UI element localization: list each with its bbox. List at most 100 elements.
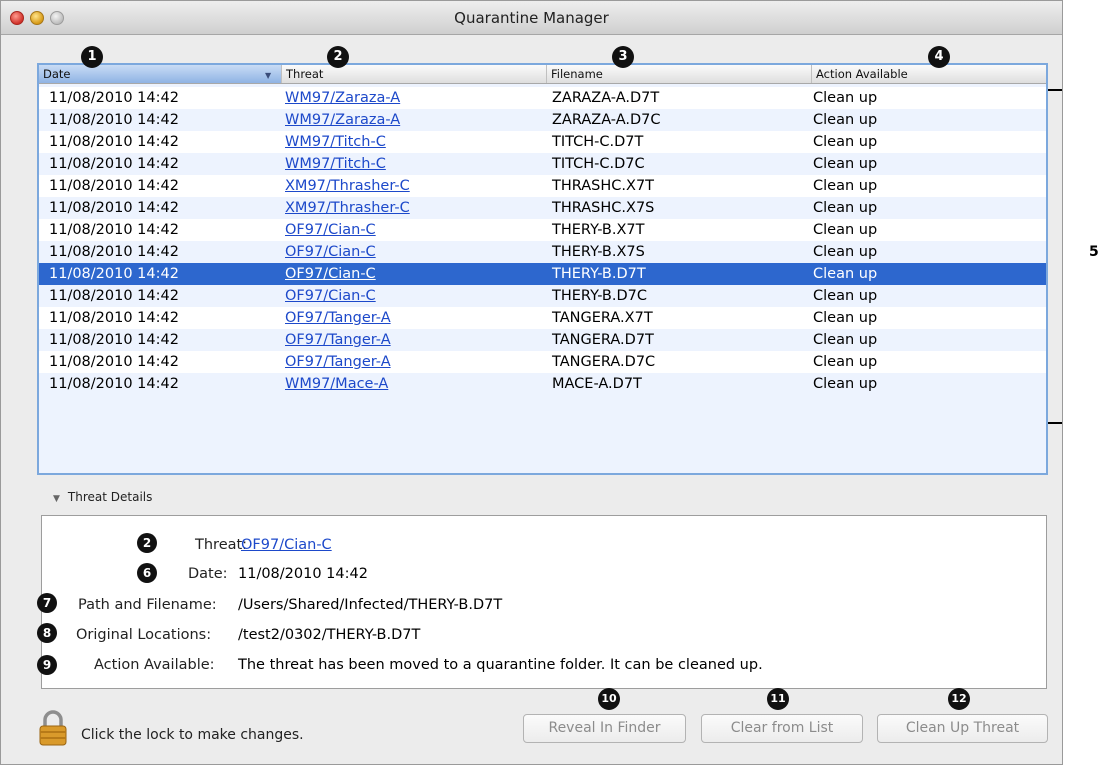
detail-path-value: /Users/Shared/Infected/THERY-B.D7T (238, 597, 503, 613)
table-row[interactable]: 11/08/2010 14:42 OF97/Tanger-A TANGERA.D7C… (39, 351, 1046, 373)
row-date: 11/08/2010 14:42 (49, 178, 179, 194)
row-filename: ZARAZA-A.D7T (552, 90, 660, 106)
callout-badge-detail-original: 8 (37, 623, 57, 643)
row-action: Clean up (813, 200, 878, 216)
column-header-threat[interactable]: Threat (281, 65, 546, 83)
detail-action-value: The threat has been moved to a quarantin… (238, 657, 763, 673)
rows-bracket (1048, 89, 1062, 424)
row-filename: THERY-B.X7S (552, 244, 645, 260)
row-action: Clean up (813, 134, 878, 150)
row-threat-link[interactable]: OF97/Tanger-A (285, 307, 391, 329)
callout-badge-detail-date: 6 (137, 563, 157, 583)
row-filename: TANGERA.D7T (552, 332, 654, 348)
row-filename: THRASHC.X7S (552, 200, 655, 216)
table-row[interactable]: 11/08/2010 14:42 WM97/Zaraza-A ZARAZA-A.D7… (39, 87, 1046, 109)
table-row[interactable]: 11/08/2010 14:42 OF97/Tanger-A TANGERA.X7T… (39, 307, 1046, 329)
row-threat-link[interactable]: WM97/Titch-C (285, 153, 386, 175)
row-threat-link[interactable]: OF97/Tanger-A (285, 351, 391, 373)
column-header-filename[interactable]: Filename (546, 65, 811, 83)
table-row[interactable]: 11/08/2010 14:42 OF97/Cian-C THERY-B.X7T Cl… (39, 219, 1046, 241)
row-date: 11/08/2010 14:42 (49, 222, 179, 238)
row-action: Clean up (813, 156, 878, 172)
row-date: 11/08/2010 14:42 (49, 266, 179, 282)
callout-badge-filename: 3 (612, 46, 634, 68)
callout-badge-reveal: 10 (598, 688, 620, 710)
detail-action-label: Action Available: (94, 657, 215, 673)
row-filename: TANGERA.D7C (552, 354, 656, 370)
detail-original-value: /test2/0302/THERY-B.D7T (238, 627, 421, 643)
table-row[interactable]: 11/08/2010 14:42 WM97/Zaraza-A ZARAZA-A.D7… (39, 109, 1046, 131)
detail-threat-label: Threat: (195, 537, 248, 553)
row-filename: THERY-B.D7T (552, 266, 646, 282)
row-filename: TITCH-C.D7T (552, 134, 644, 150)
row-date: 11/08/2010 14:42 (49, 156, 179, 172)
row-threat-link[interactable]: OF97/Tanger-A (285, 329, 391, 351)
sort-descending-icon: ▼ (265, 71, 272, 80)
disclosure-triangle-icon[interactable]: ▼ (53, 494, 60, 504)
table-row[interactable]: 11/08/2010 14:42 XM97/Thrasher-C THRASHC.X… (39, 197, 1046, 219)
row-threat-link[interactable]: XM97/Thrasher-C (285, 197, 410, 219)
table-row[interactable]: 11/08/2010 14:42 XM97/Thrasher-C THRASHC.X… (39, 175, 1046, 197)
reveal-in-finder-button[interactable]: Reveal In Finder (523, 714, 686, 743)
detail-path-label: Path and Filename: (78, 597, 217, 613)
table-row[interactable]: 11/08/2010 14:42 OF97/Cian-C THERY-B.D7C Cl… (39, 285, 1046, 307)
row-action: Clean up (813, 222, 878, 238)
callout-badge-cleanup: 12 (948, 688, 970, 710)
row-threat-link[interactable]: WM97/Titch-C (285, 131, 386, 153)
row-date: 11/08/2010 14:42 (49, 332, 179, 348)
row-date: 11/08/2010 14:42 (49, 90, 179, 106)
row-threat-link[interactable]: WM97/Zaraza-A (285, 109, 400, 131)
column-header-date[interactable]: Date (39, 65, 281, 83)
row-date: 11/08/2010 14:42 (49, 112, 179, 128)
detail-date-value: 11/08/2010 14:42 (238, 566, 368, 582)
row-action: Clean up (813, 310, 878, 326)
threat-details-title: Threat Details (67, 490, 153, 504)
clear-from-list-button[interactable]: Clear from List (701, 714, 863, 743)
row-threat-link[interactable]: OF97/Cian-C (285, 285, 376, 307)
row-date: 11/08/2010 14:42 (49, 200, 179, 216)
quarantine-table[interactable]: Date ▼ Threat Filename Action Available … (37, 63, 1048, 475)
table-row[interactable]: 11/08/2010 14:42 WM97/Titch-C TITCH-C.D7T C… (39, 131, 1046, 153)
title-bar[interactable]: Quarantine Manager (1, 1, 1062, 35)
clean-up-threat-button[interactable]: Clean Up Threat (877, 714, 1048, 743)
row-threat-link[interactable]: WM97/Mace-A (285, 373, 388, 395)
row-date: 11/08/2010 14:42 (49, 310, 179, 326)
row-action: Clean up (813, 112, 878, 128)
window-title: Quarantine Manager (454, 9, 609, 27)
table-header: Date ▼ Threat Filename Action Available (39, 65, 1046, 84)
row-threat-link[interactable]: XM97/Thrasher-C (285, 175, 410, 197)
row-threat-link[interactable]: OF97/Cian-C (285, 263, 376, 285)
row-date: 11/08/2010 14:42 (49, 376, 179, 392)
row-date: 11/08/2010 14:42 (49, 288, 179, 304)
lock-icon[interactable] (38, 709, 68, 747)
callout-badge-detail-threat: 2 (137, 533, 157, 553)
threat-details-panel: Threat: OF97/Cian-C Date: 11/08/2010 14:… (41, 515, 1047, 689)
row-filename: THERY-B.D7C (552, 288, 647, 304)
row-filename: TANGERA.X7T (552, 310, 653, 326)
callout-badge-clear: 11 (767, 688, 789, 710)
table-row[interactable]: 11/08/2010 14:42 WM97/Titch-C TITCH-C.D7C C… (39, 153, 1046, 175)
row-filename: MACE-A.D7T (552, 376, 642, 392)
column-header-action-available[interactable]: Action Available (811, 65, 1048, 83)
row-threat-link[interactable]: OF97/Cian-C (285, 241, 376, 263)
row-threat-link[interactable]: OF97/Cian-C (285, 219, 376, 241)
row-filename: THERY-B.X7T (552, 222, 645, 238)
callout-label-rows: 5 (1089, 244, 1099, 260)
callout-badge-detail-action: 9 (37, 655, 57, 675)
table-row[interactable]: 11/08/2010 14:42 OF97/Cian-C THERY-B.X7S Cl… (39, 241, 1046, 263)
callout-badge-date: 1 (81, 46, 103, 68)
table-row[interactable]: 11/08/2010 14:42 OF97/Cian-C THERY-B.D7T Cl… (39, 263, 1046, 285)
table-row[interactable]: 11/08/2010 14:42 WM97/Mace-A MACE-A.D7T Cle… (39, 373, 1046, 395)
row-action: Clean up (813, 244, 878, 260)
row-date: 11/08/2010 14:42 (49, 244, 179, 260)
row-action: Clean up (813, 332, 878, 348)
row-threat-link[interactable]: WM97/Zaraza-A (285, 87, 400, 109)
detail-date-label: Date: (188, 566, 228, 582)
threat-details-toggle[interactable]: ▼ Threat Details (53, 490, 152, 504)
callout-badge-threat: 2 (327, 46, 349, 68)
row-action: Clean up (813, 376, 878, 392)
detail-threat-link[interactable]: OF97/Cian-C (241, 537, 332, 553)
row-filename: TITCH-C.D7C (552, 156, 645, 172)
table-row[interactable]: 11/08/2010 14:42 OF97/Tanger-A TANGERA.D7T… (39, 329, 1046, 351)
row-action: Clean up (813, 354, 878, 370)
